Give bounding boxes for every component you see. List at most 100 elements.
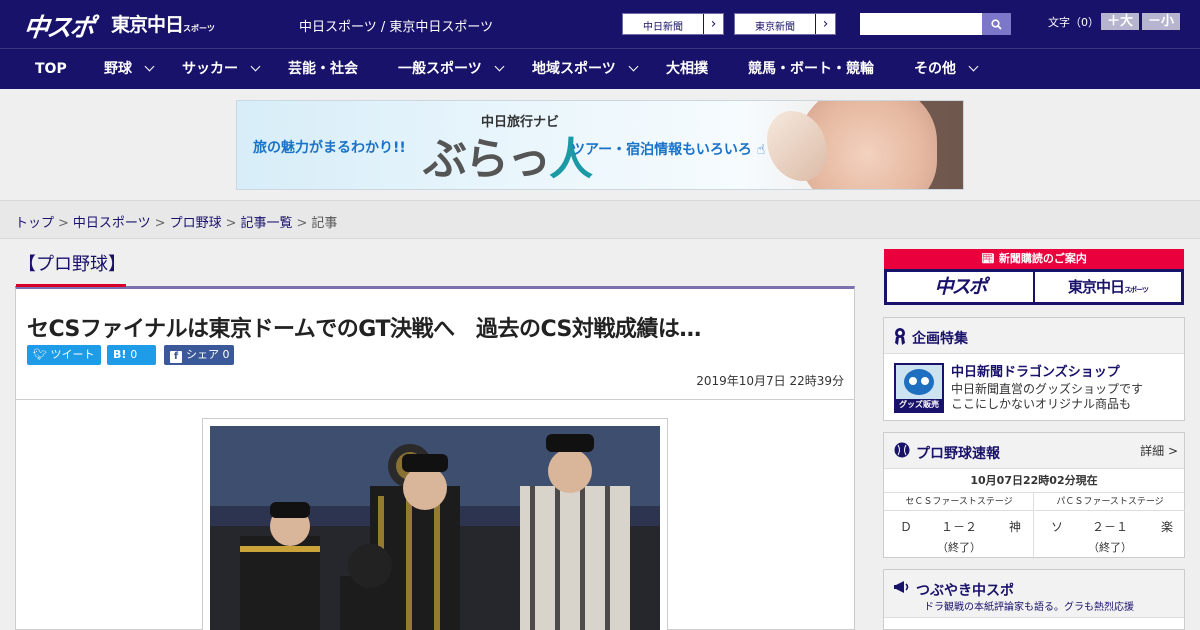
nav-soccer[interactable]: サッカー [182, 49, 261, 89]
game-state: （終了） [937, 541, 981, 554]
breadcrumb-separator: > [296, 216, 308, 231]
feature-card: 企画特集 グッズ販売中 中日新聞ドラゴンズショップ 中日新聞直営のグッズショップ… [883, 317, 1185, 421]
desc-line: ここにしかないオリジナル商品も [951, 397, 1132, 411]
chevron-right-icon: › [815, 14, 835, 34]
tsubuyaki-card: つぶやき中スポ ドラ観戦の本紙評論家も語る。グラも熱烈応援 [883, 569, 1185, 630]
hatena-label: B! [113, 348, 127, 361]
breadcrumb: トップ > 中日スポーツ > プロ野球 > 記事一覧 > 記事 [0, 200, 1200, 239]
feature-header: 企画特集 [884, 318, 1184, 354]
nav-other[interactable]: その他 [914, 49, 979, 89]
article-photo-frame [202, 418, 668, 630]
article: セCSファイナルは東京ドームでのGT決戦へ 過去のCS対戦成績は… 🐦︎ ツイー… [15, 286, 855, 630]
chunichi-shimbun-link[interactable]: 中日新聞 › [622, 13, 724, 35]
mascot-eye [921, 377, 929, 385]
hatena-bookmark-button[interactable]: B! 0 [107, 345, 156, 365]
tokyo-chunichi-logo[interactable]: 東京中日スポーツ [111, 10, 215, 37]
site-title[interactable]: 中日スポーツ / 東京中日スポーツ [299, 16, 493, 35]
subscribe-tokyo-chunichi-button[interactable]: 東京中日スポーツ [1035, 272, 1181, 302]
publish-date: 2019年10月7日 22時39分 [696, 374, 844, 388]
dragons-shop-link[interactable]: 中日新聞ドラゴンズショップ [951, 361, 1120, 380]
subscription-box: 📰︎ 新聞購読のご案内 中スポ 東京中日スポーツ [884, 249, 1184, 305]
game-score[interactable]: パＣＳファーストステージ ソ ２－１ 楽 （終了） [1035, 493, 1185, 559]
game-stage: パＣＳファーストステージ [1035, 493, 1185, 511]
facebook-icon: f [170, 351, 182, 363]
category-underline [16, 284, 126, 287]
breadcrumb-separator: > [58, 216, 69, 231]
tokyo-shimbun-link[interactable]: 東京新聞 › [734, 13, 836, 35]
nav-local-sports[interactable]: 地域スポーツ [532, 49, 639, 89]
facebook-share-button[interactable]: f シェア 0 [164, 345, 234, 365]
ad-tagline: 旅の魅力がまるわかり!! [253, 140, 406, 156]
nav-entertainment[interactable]: 芸能・社会 [288, 49, 358, 89]
breadcrumb-top[interactable]: トップ [15, 216, 54, 231]
dragons-shop-description: 中日新聞直営のグッズショップです ここにしかないオリジナル商品も [951, 382, 1143, 412]
font-size-down-button[interactable]: －小 [1142, 13, 1180, 30]
link-label: 中日新聞 [643, 22, 683, 33]
article-photo[interactable] [210, 426, 660, 630]
ad-brand: ぶらっ人 [423, 123, 593, 187]
search-button[interactable] [982, 13, 1011, 35]
subscription-header-label: 新聞購読のご案内 [998, 252, 1087, 265]
breadcrumb-separator: > [154, 216, 166, 231]
pointing-hand-icon: ☝ [756, 142, 766, 158]
nav-label: 野球 [104, 61, 132, 77]
scores-timestamp: 10月07日22時02分現在 [884, 469, 1184, 493]
game-score[interactable]: セＣＳファーストステージ Ｄ １－２ 神 （終了） [884, 493, 1034, 559]
breadcrumb-article-list[interactable]: 記事一覧 [241, 216, 293, 231]
tokyo-logo-suffix: スポーツ [1124, 286, 1149, 294]
breadcrumb-chunichi-sports[interactable]: 中日スポーツ [73, 216, 151, 231]
baseball-icon [894, 442, 910, 458]
nav-label: その他 [914, 61, 956, 77]
tsubuyaki-title[interactable]: つぶやき中スポ [916, 580, 1014, 600]
tokyo-logo-text: 東京中日 [111, 14, 184, 36]
chevron-right-icon: › [703, 14, 723, 34]
megaphone-icon [894, 581, 909, 593]
game-state: （終了） [1088, 541, 1132, 554]
ad-tour-text: ツアー・宿泊情報もいろいろ ☝ [571, 139, 765, 159]
photo-illustration [210, 426, 660, 630]
feature-title: 企画特集 [912, 331, 968, 347]
chevron-down-icon [250, 61, 261, 72]
ad-area: 旅の魅力がまるわかり!! ぶらっ人 中日旅行ナビ ツアー・宿泊情報もいろいろ ☝ [0, 89, 1200, 200]
chuspo-logo[interactable]: 中スポ [22, 8, 95, 44]
breadcrumb-pro-baseball[interactable]: プロ野球 [170, 216, 222, 231]
nav-top[interactable]: TOP [35, 49, 67, 89]
team-away: 楽 [1160, 520, 1173, 534]
ad-navi-label: 中日旅行ナビ [481, 115, 560, 130]
subscription-header: 📰︎ 新聞購読のご案内 [884, 249, 1184, 269]
link-label: 東京新聞 [755, 22, 795, 33]
font-size-up-button[interactable]: ＋大 [1101, 13, 1139, 30]
nav-sumo[interactable]: 大相撲 [666, 49, 708, 89]
facebook-label: シェア [186, 348, 219, 361]
facebook-count: 0 [222, 348, 230, 361]
tokyo-logo-suffix: スポーツ [183, 24, 215, 33]
nav-label: 芸能・社会 [288, 61, 358, 77]
tsubuyaki-subtitle: ドラ観戦の本紙評論家も語る。グラも熱烈応援 [924, 602, 1134, 613]
ad-brand-a: ぶらっ [423, 134, 551, 185]
nav-baseball[interactable]: 野球 [104, 49, 155, 89]
nav-label: 地域スポーツ [532, 61, 616, 77]
hatena-count: 0 [130, 348, 138, 361]
chevron-down-icon [144, 61, 155, 72]
chevron-down-icon [968, 61, 979, 72]
ribbon-icon [895, 328, 905, 345]
ad-banner[interactable]: 旅の魅力がまるわかり!! ぶらっ人 中日旅行ナビ ツアー・宿泊情報もいろいろ ☝ [236, 100, 964, 190]
subscribe-chuspo-button[interactable]: 中スポ [887, 272, 1033, 302]
nav-label: 一般スポーツ [398, 61, 482, 77]
twitter-bird-icon: 🐦︎ [33, 348, 51, 361]
dragons-shop-thumbnail[interactable]: グッズ販売中 [894, 363, 944, 413]
search-input[interactable] [860, 13, 982, 35]
ad-tour-label: ツアー・宿泊情報もいろいろ [571, 142, 752, 158]
game-stage: セＣＳファーストステージ [884, 493, 1034, 511]
search-icon [991, 18, 1002, 30]
nav-general-sports[interactable]: 一般スポーツ [398, 49, 505, 89]
site-header: 中スポ 東京中日スポーツ 中日スポーツ / 東京中日スポーツ 中日新聞 › 東京… [0, 0, 1200, 48]
article-headline: セCSファイナルは東京ドームでのGT決戦へ 過去のCS対戦成績は… [27, 317, 701, 342]
divider [16, 399, 854, 400]
nav-label: サッカー [182, 61, 238, 77]
scores-detail-link[interactable]: 詳細 > [1140, 442, 1178, 459]
tsubuyaki-header: つぶやき中スポ ドラ観戦の本紙評論家も語る。グラも熱烈応援 [884, 570, 1184, 618]
tweet-button[interactable]: 🐦︎ ツイート [27, 345, 101, 365]
font-size-label: 文字（0） [1048, 16, 1099, 29]
nav-racing[interactable]: 競馬・ボート・競輪 [748, 49, 874, 89]
